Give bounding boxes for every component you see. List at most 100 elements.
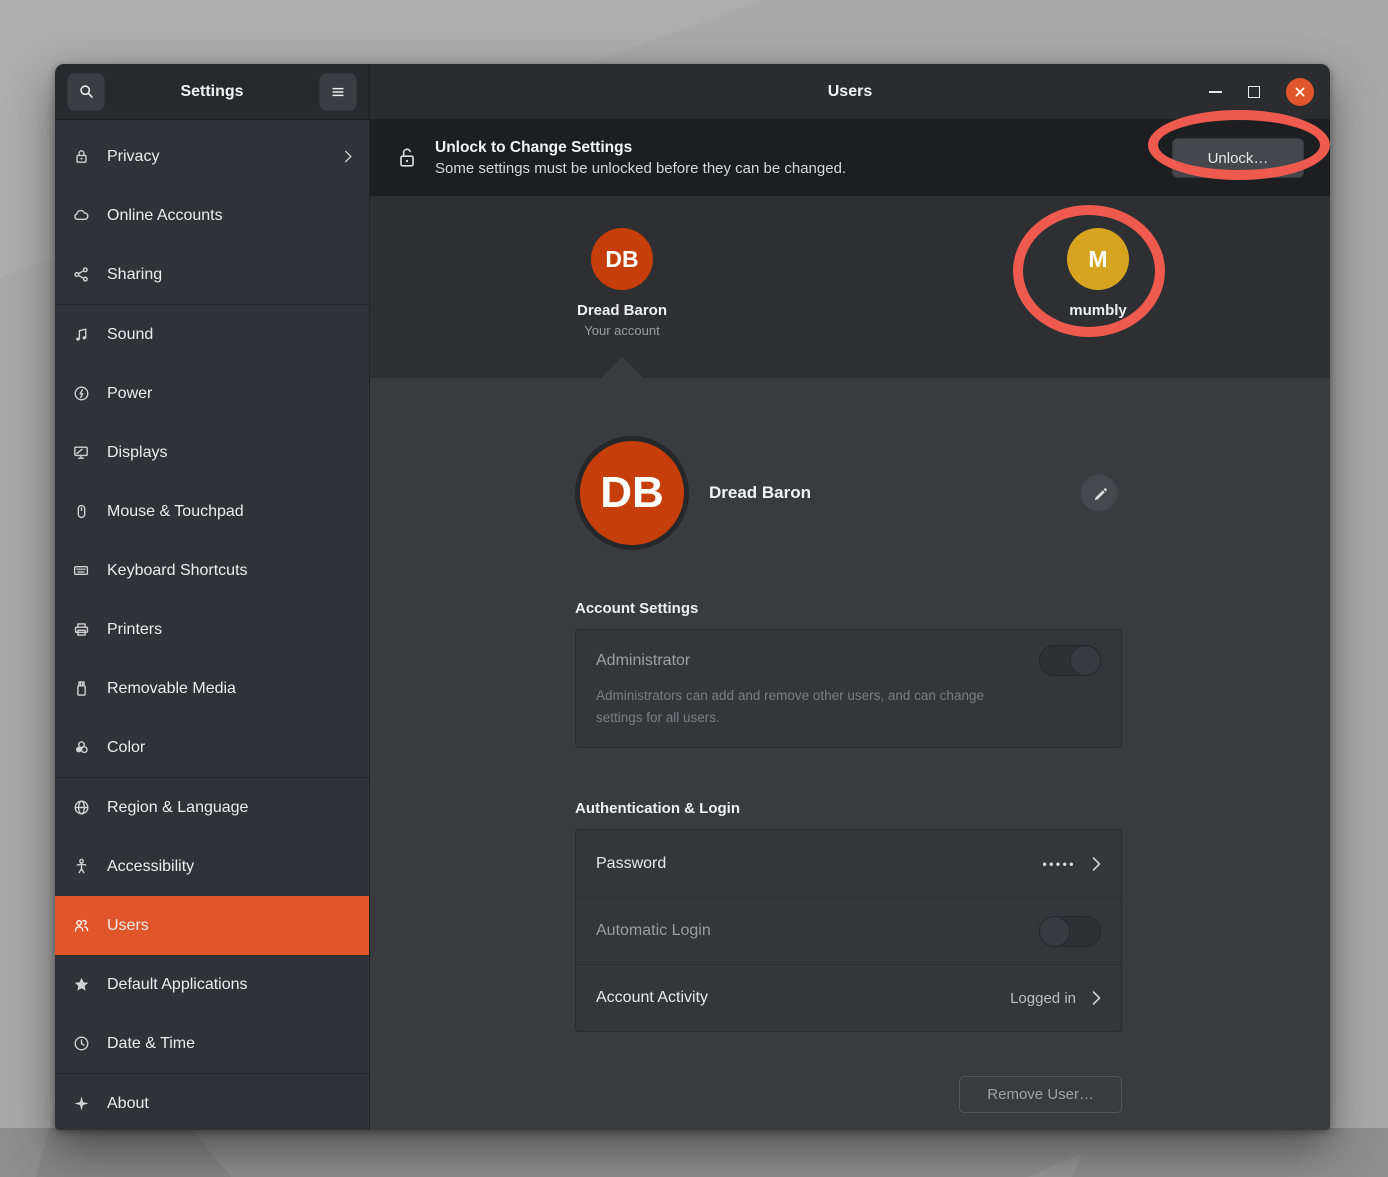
- authentication-card: Password ••••• Automatic Login: [575, 829, 1122, 1032]
- sidebar-item-label: Displays: [107, 444, 167, 462]
- account-activity-row[interactable]: Account Activity Logged in: [576, 964, 1121, 1031]
- flash-drive-icon: [72, 680, 90, 698]
- edit-avatar-button[interactable]: [1080, 474, 1118, 512]
- sidebar-item-mouse-touchpad[interactable]: Mouse & Touchpad: [55, 482, 369, 541]
- user-carousel: DB Dread Baron Your account M mumbly: [370, 196, 1330, 378]
- sidebar-item-label: Mouse & Touchpad: [107, 503, 244, 521]
- user-chip-name: mumbly: [1013, 302, 1183, 319]
- avatar: DB: [591, 228, 653, 290]
- password-row[interactable]: Password •••••: [576, 830, 1121, 897]
- administrator-label: Administrator: [596, 652, 690, 670]
- administrator-toggle[interactable]: [1039, 645, 1101, 676]
- chevron-right-icon: [1092, 990, 1101, 1006]
- content-pane: Unlock to Change Settings Some settings …: [370, 120, 1330, 1130]
- main-area: Privacy Online Accounts Sharing Sound Power D…: [55, 120, 1330, 1130]
- sidebar-item-displays[interactable]: Displays: [55, 423, 369, 482]
- sidebar-item-label: Sharing: [107, 266, 162, 284]
- user-chip-subtitle: Your account: [537, 323, 707, 338]
- pencil-icon: [1091, 485, 1108, 502]
- sidebar-item-label: Removable Media: [107, 680, 236, 698]
- sidebar-item-label: About: [107, 1095, 149, 1113]
- banner-subtitle: Some settings must be unlocked before th…: [435, 160, 846, 177]
- sidebar-item-label: Region & Language: [107, 799, 248, 817]
- sidebar-item-keyboard-shortcuts[interactable]: Keyboard Shortcuts: [55, 541, 369, 600]
- chevron-right-icon: [344, 149, 353, 164]
- chevron-right-icon: [1092, 856, 1101, 872]
- close-button[interactable]: [1286, 78, 1314, 106]
- account-settings-card: Administrator Administrators can add and…: [575, 629, 1122, 748]
- toggle-knob: [1039, 916, 1070, 947]
- avatar: DB: [575, 436, 689, 550]
- user-chip-mumbly[interactable]: M mumbly: [1013, 228, 1183, 319]
- content-headerbar: Users: [370, 64, 1330, 120]
- sidebar-item-default-applications[interactable]: Default Applications: [55, 955, 369, 1014]
- sidebar-item-privacy[interactable]: Privacy: [55, 127, 369, 186]
- sidebar-item-region-language[interactable]: Region & Language: [55, 778, 369, 837]
- search-icon: [78, 83, 95, 100]
- globe-icon: [72, 799, 90, 817]
- password-dots: •••••: [1042, 857, 1076, 871]
- selected-user-pointer: [601, 357, 643, 378]
- banner-texts: Unlock to Change Settings Some settings …: [435, 139, 846, 177]
- sidebar-item-printers[interactable]: Printers: [55, 600, 369, 659]
- sidebar-item-about[interactable]: About: [55, 1074, 369, 1130]
- window-controls: [1209, 78, 1330, 106]
- password-label: Password: [596, 855, 666, 873]
- remove-user-button[interactable]: Remove User…: [959, 1076, 1122, 1113]
- sidebar-headerbar: Settings: [55, 64, 370, 120]
- close-icon: [1293, 85, 1307, 99]
- power-icon: [72, 385, 90, 403]
- sidebar-item-users[interactable]: Users: [55, 896, 369, 955]
- sparkle-icon: [72, 1095, 90, 1113]
- sidebar-item-label: Privacy: [107, 148, 159, 166]
- search-button[interactable]: [67, 73, 105, 111]
- automatic-login-toggle[interactable]: [1039, 916, 1101, 947]
- banner-title: Unlock to Change Settings: [435, 139, 846, 157]
- sidebar-item-color[interactable]: Color: [55, 718, 369, 777]
- sidebar-item-date-time[interactable]: Date & Time: [55, 1014, 369, 1073]
- clock-icon: [72, 1035, 90, 1053]
- account-activity-label: Account Activity: [596, 989, 708, 1007]
- toggle-knob: [1070, 645, 1101, 676]
- sidebar-item-online-accounts[interactable]: Online Accounts: [55, 186, 369, 245]
- star-icon: [72, 976, 90, 994]
- sidebar-item-label: Accessibility: [107, 858, 194, 876]
- unlock-button[interactable]: Unlock…: [1172, 138, 1304, 178]
- primary-menu-button[interactable]: [319, 73, 357, 111]
- account-activity-value: Logged in: [1010, 990, 1076, 1007]
- minimize-button[interactable]: [1209, 91, 1222, 93]
- sidebar-item-sharing[interactable]: Sharing: [55, 245, 369, 304]
- user-detail-panel: DB Dread Baron Account Settings Admini: [370, 378, 1330, 1130]
- sidebar-item-label: Power: [107, 385, 152, 403]
- sidebar-item-label: Keyboard Shortcuts: [107, 562, 248, 580]
- page-title: Users: [370, 83, 1330, 101]
- sidebar-item-sound[interactable]: Sound: [55, 305, 369, 364]
- keyboard-icon: [72, 562, 90, 580]
- color-circles-icon: [72, 739, 90, 757]
- unlock-banner: Unlock to Change Settings Some settings …: [370, 120, 1330, 196]
- lock-icon: [72, 148, 90, 166]
- sidebar-item-removable-media[interactable]: Removable Media: [55, 659, 369, 718]
- automatic-login-row: Automatic Login: [576, 897, 1121, 964]
- mouse-icon: [72, 503, 90, 521]
- avatar-row: DB Dread Baron: [575, 436, 1122, 550]
- sidebar-item-label: Sound: [107, 326, 153, 344]
- maximize-button[interactable]: [1248, 86, 1260, 98]
- avatar: M: [1067, 228, 1129, 290]
- section-header-authentication: Authentication & Login: [575, 800, 1122, 817]
- sidebar-title: Settings: [105, 83, 319, 101]
- users-icon: [72, 917, 90, 935]
- lock-open-icon: [396, 146, 418, 170]
- user-chip-name: Dread Baron: [537, 302, 707, 319]
- automatic-login-label: Automatic Login: [596, 922, 711, 940]
- administrator-row: Administrator Administrators can add and…: [576, 630, 1121, 747]
- share-icon: [72, 266, 90, 284]
- user-chip-dread-baron[interactable]: DB Dread Baron Your account: [537, 228, 707, 338]
- sidebar-item-accessibility[interactable]: Accessibility: [55, 837, 369, 896]
- sidebar-item-label: Printers: [107, 621, 162, 639]
- sidebar-item-label: Default Applications: [107, 976, 248, 994]
- administrator-description: Administrators can add and remove other …: [596, 685, 1021, 728]
- accessibility-icon: [72, 858, 90, 876]
- cloud-icon: [72, 207, 90, 225]
- sidebar-item-power[interactable]: Power: [55, 364, 369, 423]
